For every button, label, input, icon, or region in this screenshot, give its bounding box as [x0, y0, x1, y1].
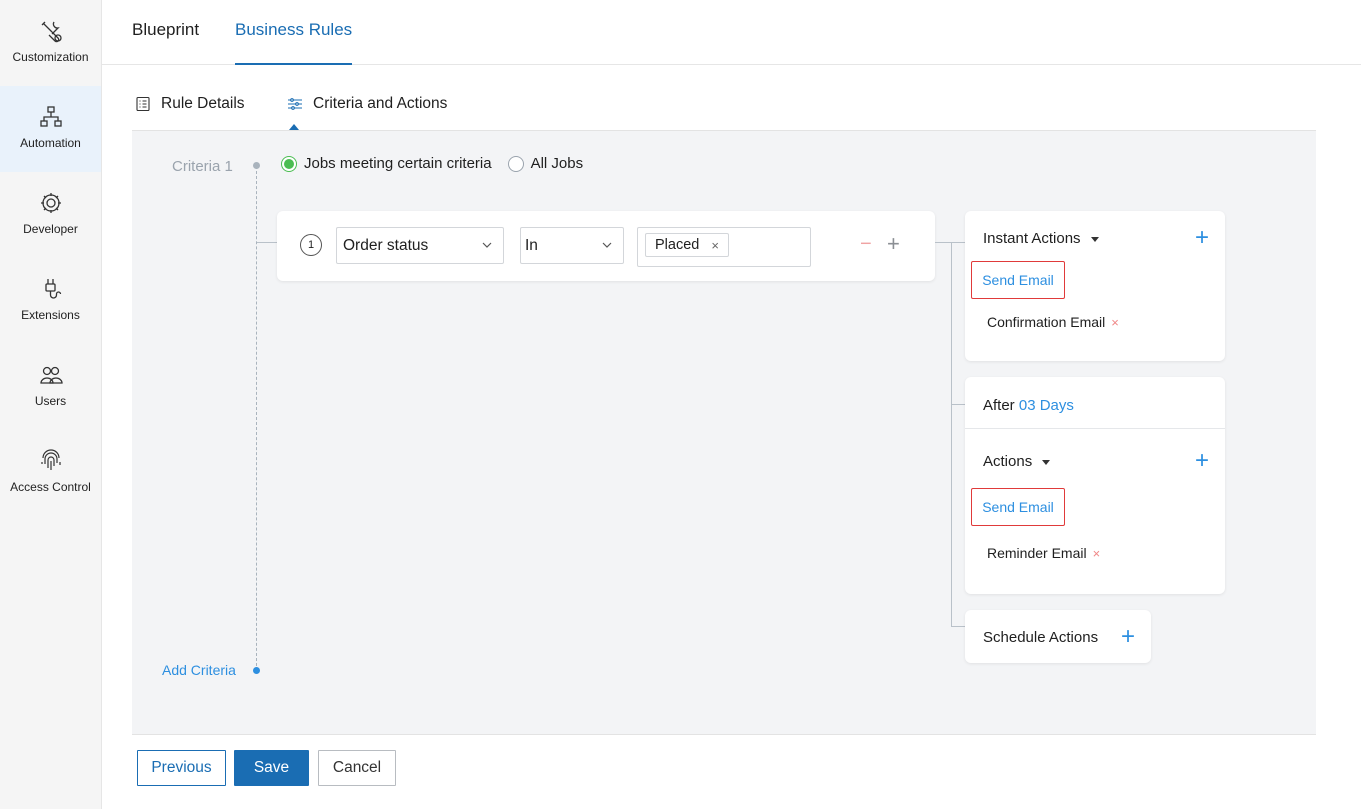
flow-icon: [39, 106, 62, 127]
value-tag: Placed ×: [645, 233, 729, 257]
sidebar-item-label: Users: [34, 394, 67, 408]
sidebar-item-developer[interactable]: Developer: [0, 172, 101, 258]
operator-select[interactable]: In: [520, 227, 624, 264]
instant-actions-title: Instant Actions: [983, 230, 1081, 247]
tab-criteria-and-actions[interactable]: Criteria and Actions: [287, 95, 447, 113]
tab-label: Rule Details: [161, 95, 245, 112]
filter-sliders-icon: [288, 98, 302, 110]
remove-email-icon[interactable]: ×: [1111, 315, 1119, 330]
sidebar: Customization Automation Developer Exten…: [0, 0, 102, 809]
radio-label: Jobs meeting certain criteria: [304, 155, 492, 172]
gear-icon: [40, 193, 61, 213]
previous-button[interactable]: Previous: [137, 750, 226, 786]
connector-line: [951, 242, 965, 243]
add-schedule-action-button[interactable]: +: [1121, 625, 1135, 649]
add-instant-action-button[interactable]: +: [1195, 226, 1209, 250]
timeline-dot-add: [253, 667, 260, 674]
operator-select-value: In: [525, 237, 538, 254]
after-prefix: After: [983, 397, 1015, 414]
radio-all-jobs[interactable]: [507, 155, 524, 172]
radio-label: All Jobs: [530, 155, 584, 172]
condition-card: 1 Order status In Placed × − +: [277, 211, 935, 281]
tab-label: Criteria and Actions: [313, 95, 448, 112]
criteria-label: Criteria 1: [172, 158, 233, 175]
email-item-label: Confirmation Email: [987, 314, 1106, 330]
field-select[interactable]: Order status: [336, 227, 504, 264]
users-icon: [39, 366, 63, 384]
top-tab-bar: Blueprint Business Rules: [102, 0, 1361, 65]
condition-number: 1: [300, 234, 322, 256]
sidebar-item-label: Developer: [23, 222, 78, 236]
add-criteria-link[interactable]: Add Criteria: [162, 662, 236, 678]
after-duration[interactable]: After 03 Days: [983, 397, 1074, 414]
tab-rule-details[interactable]: Rule Details: [135, 95, 245, 113]
field-select-value: Order status: [343, 237, 429, 254]
add-delayed-action-button[interactable]: +: [1195, 449, 1209, 473]
caret-down-icon: [1042, 459, 1051, 465]
sidebar-item-access-control[interactable]: Access Control: [0, 430, 101, 516]
radio-jobs-meeting-criteria[interactable]: [281, 155, 297, 172]
connector-line: [951, 242, 952, 627]
sidebar-item-label: Extensions: [21, 308, 80, 322]
send-email-action[interactable]: Send Email: [971, 261, 1065, 299]
timeline-dot: [253, 162, 260, 169]
cancel-button[interactable]: Cancel: [318, 750, 396, 786]
sidebar-item-users[interactable]: Users: [0, 344, 101, 430]
email-item: Confirmation Email ×: [987, 314, 1119, 330]
remove-condition-button[interactable]: −: [860, 233, 872, 256]
fingerprint-icon: [40, 449, 61, 470]
plug-icon: [44, 279, 61, 299]
sidebar-item-automation[interactable]: Automation: [0, 86, 101, 172]
remove-tag-icon[interactable]: ×: [711, 238, 719, 253]
send-email-action[interactable]: Send Email: [971, 488, 1065, 526]
footer-divider: [132, 734, 1316, 735]
sidebar-item-customization[interactable]: Customization: [0, 0, 101, 86]
sidebar-item-label: Customization: [12, 50, 89, 64]
connector-line: [935, 242, 952, 243]
caret-down-icon: [1090, 236, 1099, 242]
delayed-actions-card: After 03 Days Actions + Send Email Remin…: [965, 377, 1225, 594]
connector-line: [257, 242, 277, 243]
schedule-actions-card: Schedule Actions +: [965, 610, 1151, 663]
chevron-down-icon: [602, 242, 612, 248]
checklist-icon: [136, 96, 150, 112]
remove-email-icon[interactable]: ×: [1093, 546, 1101, 561]
email-item: Reminder Email ×: [987, 545, 1100, 561]
email-item-label: Reminder Email: [987, 545, 1087, 561]
add-condition-button[interactable]: +: [887, 231, 900, 257]
tab-blueprint[interactable]: Blueprint: [132, 20, 199, 65]
value-tag-label: Placed: [655, 237, 700, 253]
tab-business-rules[interactable]: Business Rules: [235, 20, 353, 65]
schedule-actions-title: Schedule Actions: [983, 629, 1099, 646]
connector-line: [951, 626, 965, 627]
actions-dropdown[interactable]: Actions: [983, 453, 1051, 470]
value-multiselect[interactable]: Placed ×: [637, 227, 811, 267]
instant-actions-dropdown[interactable]: Instant Actions: [983, 230, 1099, 247]
instant-actions-card: Instant Actions + Send Email Confirmatio…: [965, 211, 1225, 361]
after-value: 03 Days: [1018, 397, 1074, 414]
tools-icon: [41, 21, 62, 43]
criteria-type-radio-group: Jobs meeting certain criteria All Jobs: [281, 155, 599, 172]
sidebar-item-extensions[interactable]: Extensions: [0, 258, 101, 344]
sidebar-item-label: Automation: [20, 136, 81, 150]
save-button[interactable]: Save: [234, 750, 309, 786]
actions-title: Actions: [983, 453, 1033, 470]
chevron-down-icon: [482, 242, 492, 248]
divider: [965, 428, 1225, 429]
sidebar-item-label: Access Control: [10, 480, 91, 494]
connector-line: [951, 404, 965, 405]
